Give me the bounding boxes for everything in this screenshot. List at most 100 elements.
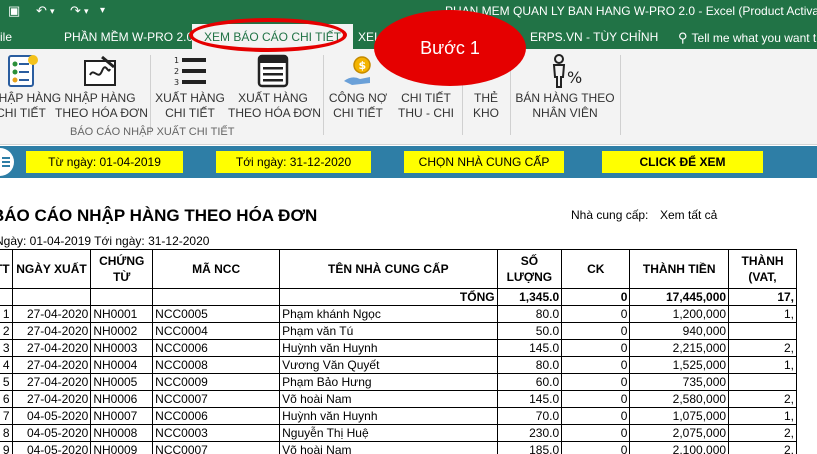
- cell-amount-vat[interactable]: [728, 322, 797, 340]
- total-amount-vat[interactable]: 17,: [728, 288, 797, 306]
- supplier-value[interactable]: Xem tất cả: [660, 208, 717, 222]
- xuat-hang-theo-hoa-don-button[interactable]: XUẤT HÀNG THEO HÓA ĐƠN: [228, 53, 321, 121]
- cell-supplier-code[interactable]: NCC0003: [152, 424, 281, 442]
- cell-date[interactable]: 27-04-2020: [11, 390, 92, 408]
- cell-supplier-code[interactable]: NCC0005: [152, 305, 281, 323]
- tab-erps[interactable]: ERPS.VN - TÙY CHỈNH: [530, 30, 658, 44]
- cell-amount[interactable]: 2,075,000: [629, 424, 730, 442]
- nhap-hang-theo-hoa-don-button[interactable]: NHẬP HÀNG THEO HÓA ĐƠN: [55, 53, 148, 121]
- table-cell[interactable]: [11, 288, 92, 306]
- cell-stt[interactable]: 6: [0, 390, 13, 408]
- cell-voucher[interactable]: NH0004: [90, 356, 154, 374]
- customize-qat-icon[interactable]: ▾: [100, 5, 105, 16]
- total-amount[interactable]: 17,445,000: [629, 288, 730, 306]
- cell-amount[interactable]: 2,215,000: [629, 339, 730, 357]
- cell-date[interactable]: 04-05-2020: [11, 441, 92, 454]
- cell-amount[interactable]: 2,580,000: [629, 390, 730, 408]
- cell-ck[interactable]: 0: [561, 373, 631, 391]
- cell-voucher[interactable]: NH0003: [90, 339, 154, 357]
- xuat-hang-chi-tiet-button[interactable]: 1 2 3 XUẤT HÀNG CHI TIẾT: [154, 53, 226, 121]
- cell-amount-vat[interactable]: 1,: [728, 356, 797, 374]
- cell-voucher[interactable]: NH0005: [90, 373, 154, 391]
- cell-supplier-name[interactable]: Huỳnh văn Huynh: [279, 407, 498, 425]
- redo-icon[interactable]: ↷: [70, 3, 81, 19]
- cell-ck[interactable]: 0: [561, 390, 631, 408]
- cell-amount-vat[interactable]: 2,: [728, 390, 797, 408]
- cell-stt[interactable]: 4: [0, 356, 13, 374]
- cell-stt[interactable]: 1: [0, 305, 13, 323]
- cell-date[interactable]: 27-04-2020: [11, 356, 92, 374]
- cell-stt[interactable]: 9: [0, 441, 13, 454]
- to-date-button[interactable]: Tới ngày: 31-12-2020: [216, 151, 371, 173]
- nhap-hang-chi-tiet-button[interactable]: NHẬP HÀNG CHI TIẾT: [0, 53, 61, 121]
- cell-amount-vat[interactable]: [728, 373, 797, 391]
- cell-ck[interactable]: 0: [561, 305, 631, 323]
- cell-supplier-code[interactable]: NCC0006: [152, 339, 281, 357]
- cell-supplier-code[interactable]: NCC0006: [152, 407, 281, 425]
- choose-supplier-button[interactable]: CHỌN NHÀ CUNG CẤP: [404, 151, 564, 173]
- cell-voucher[interactable]: NH0007: [90, 407, 154, 425]
- cell-qty[interactable]: 230.0: [496, 424, 563, 442]
- cell-supplier-name[interactable]: Phạm văn Tú: [279, 322, 498, 340]
- cell-supplier-code[interactable]: NCC0008: [152, 356, 281, 374]
- cell-amount[interactable]: 1,525,000: [629, 356, 730, 374]
- cell-ck[interactable]: 0: [561, 407, 631, 425]
- cell-stt[interactable]: 2: [0, 322, 13, 340]
- cell-voucher[interactable]: NH0002: [90, 322, 154, 340]
- cell-stt[interactable]: 8: [0, 424, 13, 442]
- cell-qty[interactable]: 50.0: [496, 322, 563, 340]
- cell-date[interactable]: 27-04-2020: [11, 373, 92, 391]
- cell-voucher[interactable]: NH0001: [90, 305, 154, 323]
- cell-amount[interactable]: 1,200,000: [629, 305, 730, 323]
- cell-supplier-name[interactable]: Phạm khánh Ngọc: [279, 305, 498, 323]
- table-cell[interactable]: [152, 288, 281, 306]
- cell-supplier-code[interactable]: NCC0004: [152, 322, 281, 340]
- cell-stt[interactable]: 3: [0, 339, 13, 357]
- cell-date[interactable]: 04-05-2020: [11, 424, 92, 442]
- cell-date[interactable]: 04-05-2020: [11, 407, 92, 425]
- total-ck[interactable]: 0: [561, 288, 631, 306]
- cell-supplier-code[interactable]: NCC0007: [152, 390, 281, 408]
- cell-date[interactable]: 27-04-2020: [11, 339, 92, 357]
- cell-qty[interactable]: 185.0: [496, 441, 563, 454]
- save-icon[interactable]: ▣: [8, 3, 20, 19]
- cell-qty[interactable]: 145.0: [496, 390, 563, 408]
- undo-dropdown-icon[interactable]: ▾: [50, 6, 55, 17]
- redo-dropdown-icon[interactable]: ▾: [84, 6, 89, 17]
- cell-ck[interactable]: 0: [561, 441, 631, 454]
- cell-supplier-name[interactable]: Phạm Bảo Hưng: [279, 373, 498, 391]
- table-cell[interactable]: [90, 288, 154, 306]
- cell-amount[interactable]: 735,000: [629, 373, 730, 391]
- cell-supplier-name[interactable]: Nguyễn Thị Huệ: [279, 424, 498, 442]
- cell-ck[interactable]: 0: [561, 322, 631, 340]
- cell-supplier-name[interactable]: Huỳnh văn Huynh: [279, 339, 498, 357]
- cell-qty[interactable]: 60.0: [496, 373, 563, 391]
- cell-qty[interactable]: 70.0: [496, 407, 563, 425]
- cell-qty[interactable]: 80.0: [496, 356, 563, 374]
- tab-file[interactable]: ile: [0, 30, 12, 44]
- tab-wpro[interactable]: PHẦN MỀM W-PRO 2.0: [64, 30, 193, 44]
- cell-stt[interactable]: 5: [0, 373, 13, 391]
- cell-voucher[interactable]: NH0006: [90, 390, 154, 408]
- cell-amount[interactable]: 940,000: [629, 322, 730, 340]
- cell-date[interactable]: 27-04-2020: [11, 322, 92, 340]
- cell-supplier-name[interactable]: Vương Văn Quyết: [279, 356, 498, 374]
- table-cell[interactable]: [0, 288, 13, 306]
- cell-amount-vat[interactable]: 1,: [728, 407, 797, 425]
- tell-me-box[interactable]: ⚲ Tell me what you want t: [678, 30, 816, 46]
- ban-hang-theo-nhan-vien-button[interactable]: % BÁN HÀNG THEO NHÂN VIÊN: [514, 53, 616, 121]
- menu-icon[interactable]: [0, 148, 14, 176]
- cell-qty[interactable]: 80.0: [496, 305, 563, 323]
- cell-supplier-code[interactable]: NCC0009: [152, 373, 281, 391]
- cell-amount[interactable]: 2,100,000: [629, 441, 730, 454]
- cell-voucher[interactable]: NH0009: [90, 441, 154, 454]
- cell-ck[interactable]: 0: [561, 339, 631, 357]
- undo-icon[interactable]: ↶: [36, 3, 47, 19]
- cell-ck[interactable]: 0: [561, 424, 631, 442]
- cell-supplier-name[interactable]: Võ hoài Nam: [279, 441, 498, 454]
- cell-qty[interactable]: 145.0: [496, 339, 563, 357]
- cell-supplier-name[interactable]: Võ hoài Nam: [279, 390, 498, 408]
- cell-supplier-code[interactable]: NCC0007: [152, 441, 281, 454]
- total-qty[interactable]: 1,345.0: [496, 288, 563, 306]
- cell-amount-vat[interactable]: 1,: [728, 305, 797, 323]
